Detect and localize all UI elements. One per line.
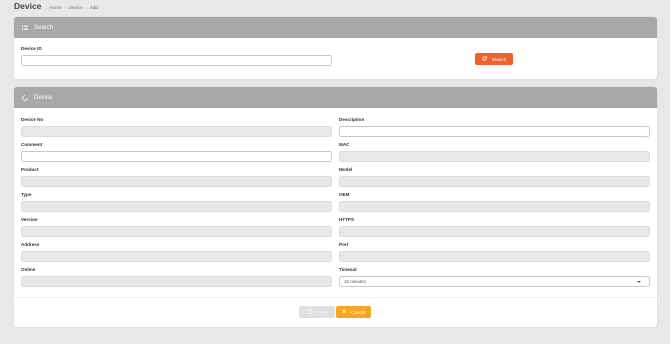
refresh-icon <box>482 56 487 62</box>
search-panel-header: Search <box>14 17 657 38</box>
description-input[interactable] <box>339 126 650 137</box>
breadcrumb-device[interactable]: Device <box>69 5 83 10</box>
mac-field <box>339 151 650 162</box>
save-button[interactable]: Save <box>299 306 335 318</box>
timeout-label: Timeout <box>339 267 357 272</box>
type-label: Type <box>21 192 32 197</box>
version-label: Version <box>21 217 38 222</box>
https-label: HTTPS <box>339 217 355 222</box>
address-field <box>21 251 332 262</box>
comment-label: Comment <box>21 142 43 147</box>
chevron-down-icon <box>637 280 641 283</box>
search-button[interactable]: Search <box>475 53 513 65</box>
mac-label: MAC <box>339 142 350 147</box>
search-panel-title: Search <box>34 24 54 31</box>
timeout-select[interactable]: 15 minutes <box>339 276 650 287</box>
breadcrumb-separator-icon: › <box>64 5 66 10</box>
type-field <box>21 201 332 212</box>
device-panel-title: Device <box>34 94 53 101</box>
comment-input[interactable] <box>21 151 332 162</box>
breadcrumb-current: Add <box>89 5 98 10</box>
page-header: Device Home › Device › Add <box>14 1 98 13</box>
breadcrumb: Home › Device › Add <box>49 5 97 10</box>
version-field <box>21 226 332 237</box>
model-label: Model <box>339 167 353 172</box>
description-label: Description <box>339 117 365 122</box>
list-icon <box>22 25 28 31</box>
timeout-selected-value: 15 minutes <box>344 279 367 284</box>
save-icon <box>306 308 312 315</box>
oem-field <box>339 201 650 212</box>
online-field <box>21 276 332 287</box>
close-icon <box>341 309 347 315</box>
footer-divider <box>14 297 657 298</box>
cancel-button-label: Cancel <box>351 309 366 315</box>
page-title: Device <box>14 1 42 11</box>
address-label: Address <box>21 242 40 247</box>
device-panel: Device Device No Description Comment MAC… <box>14 87 657 327</box>
online-label: Online <box>21 267 36 272</box>
search-button-label: Search <box>491 56 507 62</box>
product-label: Product <box>21 167 39 172</box>
breadcrumb-separator-icon: › <box>85 5 87 10</box>
https-field <box>339 226 650 237</box>
device-panel-header: Device <box>14 87 657 108</box>
breadcrumb-home[interactable]: Home <box>49 5 61 10</box>
port-label: Port <box>339 242 349 247</box>
device-no-label: Device No <box>21 117 44 122</box>
oem-label: OEM <box>339 192 350 197</box>
cancel-button[interactable]: Cancel <box>336 306 371 318</box>
device-no-field <box>21 126 332 137</box>
spinner-icon <box>22 94 28 101</box>
device-id-input[interactable] <box>21 55 332 66</box>
model-field <box>339 176 650 187</box>
search-panel: Search Device ID Search <box>14 17 657 79</box>
device-id-label: Device ID <box>21 46 42 51</box>
save-button-label: Save <box>316 309 328 315</box>
port-field <box>339 251 650 262</box>
product-field <box>21 176 332 187</box>
